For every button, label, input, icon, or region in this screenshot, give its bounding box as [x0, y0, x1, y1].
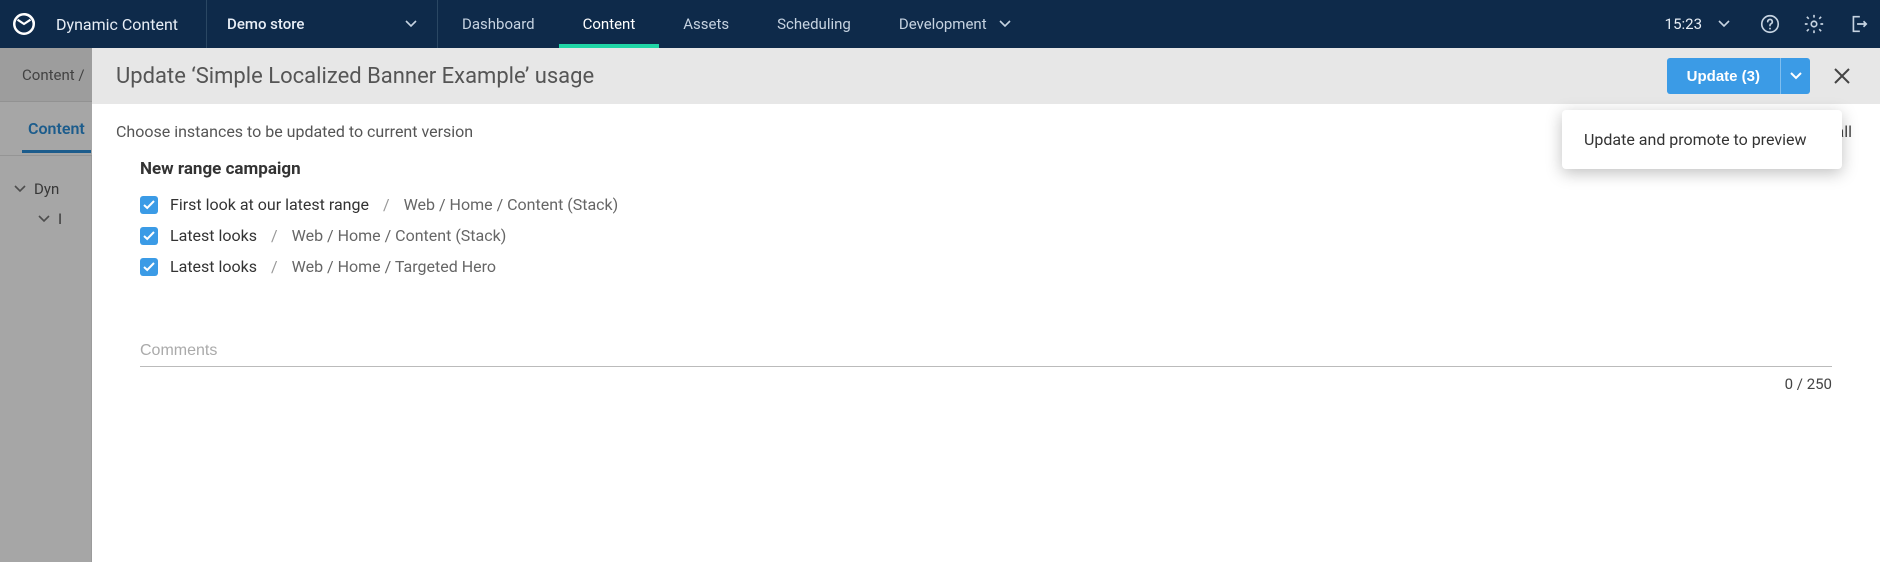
logout-icon[interactable]	[1836, 0, 1880, 48]
main-nav: Dashboard Content Assets Scheduling Deve…	[438, 0, 1035, 48]
instance-name: First look at our latest range	[170, 195, 369, 214]
update-button[interactable]: Update (3)	[1667, 58, 1780, 94]
update-split-button[interactable]	[1780, 58, 1810, 94]
instance-row: Latest looks / Web / Home / Targeted Her…	[140, 251, 1856, 282]
close-icon	[1832, 66, 1852, 86]
time-selector[interactable]: 15:23	[1647, 15, 1748, 33]
time-label: 15:23	[1665, 15, 1702, 33]
instance-row: First look at our latest range / Web / H…	[140, 189, 1856, 220]
nav-dashboard[interactable]: Dashboard	[438, 0, 559, 48]
panel-title: Update ‘Simple Localized Banner Example’…	[116, 64, 1667, 89]
comments-charcount: 0 / 250	[116, 375, 1852, 393]
instance-path: Web / Home / Targeted Hero	[292, 257, 496, 276]
instance-name: Latest looks	[170, 257, 257, 276]
comments-input[interactable]	[140, 342, 1832, 360]
caret-down-icon	[999, 20, 1011, 28]
instance-checkbox[interactable]	[140, 227, 158, 245]
nav-label: Content	[583, 15, 636, 33]
instance-path: Web / Home / Content (Stack)	[404, 195, 619, 214]
caret-down-icon	[405, 20, 417, 28]
help-icon[interactable]	[1748, 0, 1792, 48]
instance-row: Latest looks / Web / Home / Content (Sta…	[140, 220, 1856, 251]
update-menu: Update and promote to preview	[1562, 110, 1842, 169]
app-logo	[0, 11, 48, 37]
nav-label: Development	[899, 15, 987, 33]
top-navbar: Dynamic Content Demo store Dashboard Con…	[0, 0, 1880, 48]
path-separator: /	[383, 195, 390, 214]
settings-gear-icon[interactable]	[1792, 0, 1836, 48]
menu-item-update-promote[interactable]: Update and promote to preview	[1562, 116, 1842, 163]
instance-path: Web / Home / Content (Stack)	[292, 226, 507, 245]
instance-checkbox[interactable]	[140, 258, 158, 276]
check-icon	[143, 200, 155, 210]
nav-label: Assets	[683, 15, 729, 33]
path-separator: /	[271, 257, 278, 276]
caret-down-icon	[1718, 20, 1730, 28]
nav-scheduling[interactable]: Scheduling	[753, 0, 875, 48]
brand-label: Dynamic Content	[48, 15, 206, 34]
hub-name: Demo store	[227, 15, 304, 33]
instance-checkbox[interactable]	[140, 196, 158, 214]
path-separator: /	[271, 226, 278, 245]
caret-down-icon	[1790, 72, 1802, 80]
panel-header: Update ‘Simple Localized Banner Example’…	[92, 48, 1880, 104]
instance-name: Latest looks	[170, 226, 257, 245]
comments-field-wrap	[140, 340, 1832, 367]
nav-content[interactable]: Content	[559, 0, 660, 48]
hub-selector[interactable]: Demo store	[207, 15, 437, 33]
check-icon	[143, 262, 155, 272]
nav-assets[interactable]: Assets	[659, 0, 753, 48]
close-button[interactable]	[1828, 62, 1856, 90]
nav-label: Scheduling	[777, 15, 851, 33]
nav-label: Dashboard	[462, 15, 535, 33]
check-icon	[143, 231, 155, 241]
nav-development[interactable]: Development	[875, 0, 1035, 48]
panel-body: Choose instances to be updated to curren…	[92, 104, 1880, 562]
